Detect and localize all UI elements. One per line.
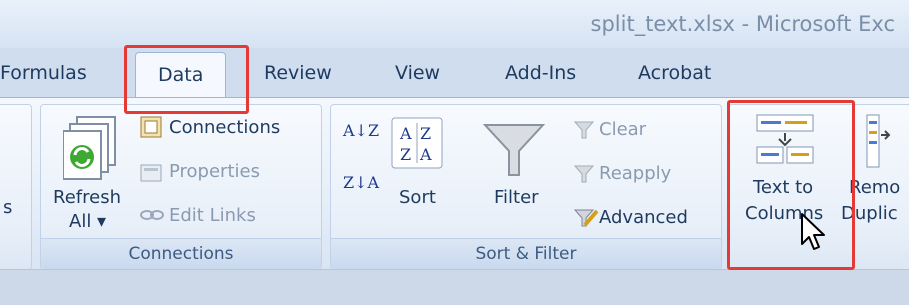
properties-icon	[140, 164, 162, 182]
connections-icon	[140, 116, 162, 138]
filter-button[interactable]: Filter	[494, 187, 539, 208]
reapply-icon	[573, 165, 595, 183]
svg-text:Z: Z	[420, 124, 431, 143]
edit-links-icon	[140, 210, 164, 220]
previous-group-edge: s	[0, 104, 32, 270]
svg-text:A: A	[419, 145, 432, 164]
tab-formulas[interactable]: Formulas	[0, 62, 87, 84]
svg-text:A: A	[399, 124, 412, 143]
svg-text:Z: Z	[400, 145, 411, 164]
text-to-columns-highlight	[727, 100, 855, 270]
remove-duplicates-icon	[866, 114, 891, 168]
clear-filter-icon	[573, 121, 595, 139]
refresh-all-dropdown[interactable]: All ▾	[69, 211, 106, 232]
tab-review[interactable]: Review	[264, 62, 332, 84]
remove-duplicates-label-line1[interactable]: Remo	[849, 177, 900, 198]
refresh-icon	[63, 116, 116, 180]
properties-button[interactable]: Properties	[169, 161, 260, 182]
tab-addins[interactable]: Add-Ins	[505, 62, 576, 84]
reapply-button[interactable]: Reapply	[599, 163, 671, 184]
tab-acrobat[interactable]: Acrobat	[638, 62, 711, 84]
clear-button[interactable]: Clear	[599, 119, 646, 140]
connections-group: Refresh All ▾ Connections Properties Edi…	[40, 104, 322, 270]
formula-bar-area	[0, 269, 909, 305]
data-tab-highlight	[124, 45, 249, 114]
tab-view[interactable]: View	[395, 62, 440, 84]
sort-icon: A Z Z A	[391, 117, 443, 169]
cut-label: s	[3, 197, 13, 218]
connections-group-label: Connections	[41, 238, 321, 269]
sort-filter-group: A↓Z Z↓A A Z Z A Sort Filter Clear Reappl…	[330, 104, 722, 270]
mouse-cursor-icon	[801, 213, 825, 250]
filter-icon	[483, 124, 545, 176]
connections-button[interactable]: Connections	[169, 117, 280, 138]
advanced-filter-icon	[573, 209, 599, 227]
sort-a-to-z-button[interactable]: A↓Z	[343, 121, 379, 140]
refresh-all-label[interactable]: Refresh	[53, 187, 121, 208]
sort-button[interactable]: Sort	[399, 187, 436, 208]
window-title: split_text.xlsx - Microsoft Exc	[590, 12, 895, 36]
title-bar: split_text.xlsx - Microsoft Exc	[0, 0, 909, 49]
sort-z-to-a-button[interactable]: Z↓A	[343, 173, 379, 192]
sort-filter-group-label: Sort & Filter	[331, 238, 721, 269]
advanced-button[interactable]: Advanced	[599, 207, 688, 228]
edit-links-button[interactable]: Edit Links	[169, 205, 256, 226]
